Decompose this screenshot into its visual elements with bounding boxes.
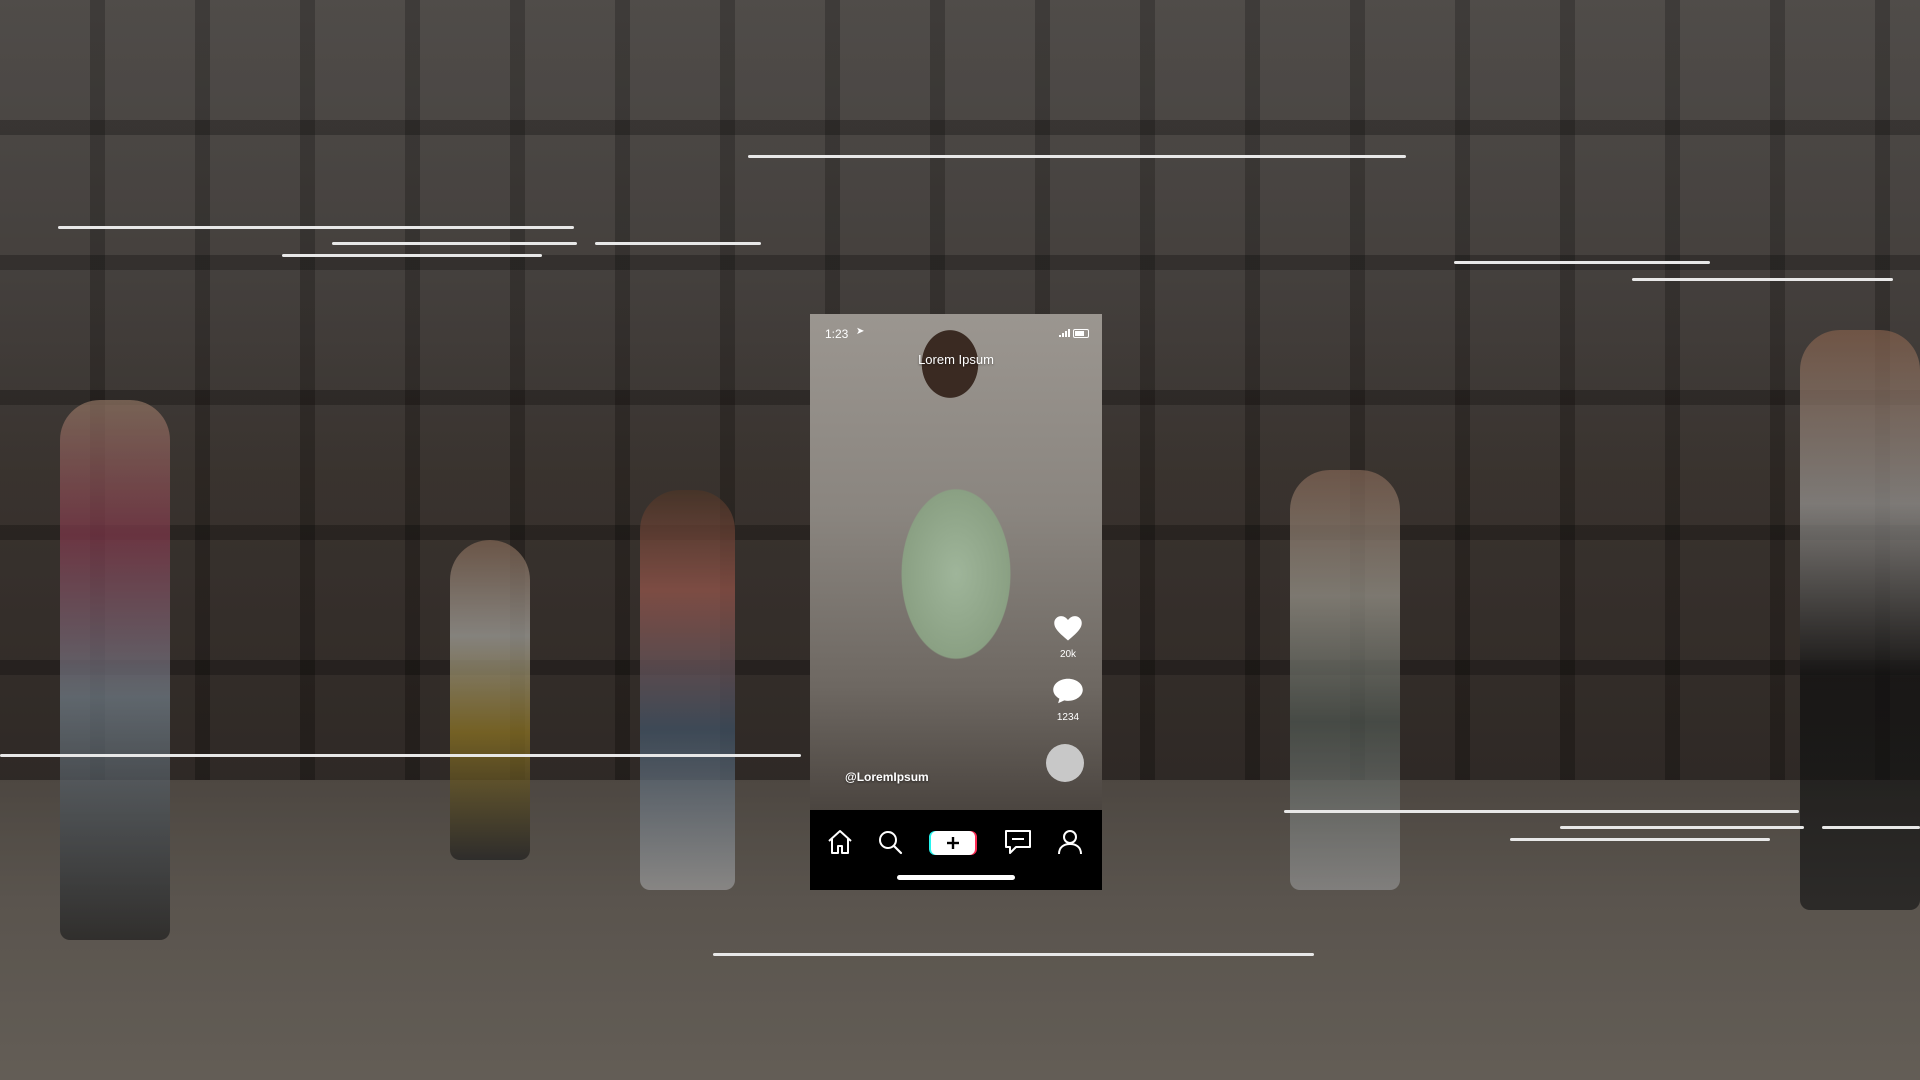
- battery-icon: [1073, 329, 1089, 338]
- nav-inbox-button[interactable]: [1002, 826, 1034, 858]
- profile-icon: [1058, 830, 1082, 855]
- decorative-line: [595, 242, 761, 245]
- like-button[interactable]: 20k: [1048, 614, 1088, 660]
- creator-username[interactable]: @LoremIpsum: [845, 770, 929, 784]
- decorative-line: [1510, 838, 1770, 841]
- comment-button[interactable]: 1234: [1048, 677, 1088, 723]
- decorative-line: [282, 254, 542, 257]
- decorative-line: [58, 226, 574, 229]
- signal-icon: [1059, 329, 1070, 337]
- location-arrow-icon: ➤: [856, 326, 865, 337]
- video-title: Lorem Ipsum: [918, 352, 994, 367]
- likes-count: 20k: [1059, 649, 1077, 660]
- creator-avatar[interactable]: [1046, 744, 1084, 782]
- comments-count: 1234: [1056, 712, 1080, 723]
- create-icon: [929, 831, 977, 855]
- nav-search-button[interactable]: [874, 826, 906, 858]
- decorative-line: [0, 754, 801, 757]
- video-scene: 1:23 ➤ Lorem Ipsum 20k 1234 @LoremIpsum: [0, 0, 1920, 1080]
- decorative-line: [713, 953, 1314, 956]
- home-icon: [828, 830, 852, 854]
- phone-mockup: 1:23 ➤ Lorem Ipsum 20k 1234 @LoremIpsum: [810, 314, 1102, 890]
- video-frame[interactable]: [810, 314, 1102, 810]
- search-icon: [879, 831, 903, 855]
- decorative-line: [1560, 826, 1804, 829]
- comment-icon: [1053, 678, 1083, 704]
- decorative-line: [332, 242, 577, 245]
- decorative-line: [1632, 278, 1893, 281]
- nav-home-button[interactable]: [824, 826, 856, 858]
- heart-icon: [1054, 616, 1082, 641]
- status-bar: 1:23 ➤: [810, 314, 1102, 341]
- nav-profile-button[interactable]: [1054, 826, 1086, 858]
- status-time: 1:23: [825, 327, 849, 341]
- nav-create-button[interactable]: [929, 831, 977, 855]
- bottom-navigation-bar: [810, 810, 1102, 890]
- inbox-icon: [1005, 830, 1031, 854]
- decorative-line: [1284, 810, 1799, 813]
- decorative-line: [748, 155, 1406, 158]
- decorative-line: [1454, 261, 1710, 264]
- home-indicator-bar: [897, 875, 1015, 880]
- decorative-line: [1822, 826, 1920, 829]
